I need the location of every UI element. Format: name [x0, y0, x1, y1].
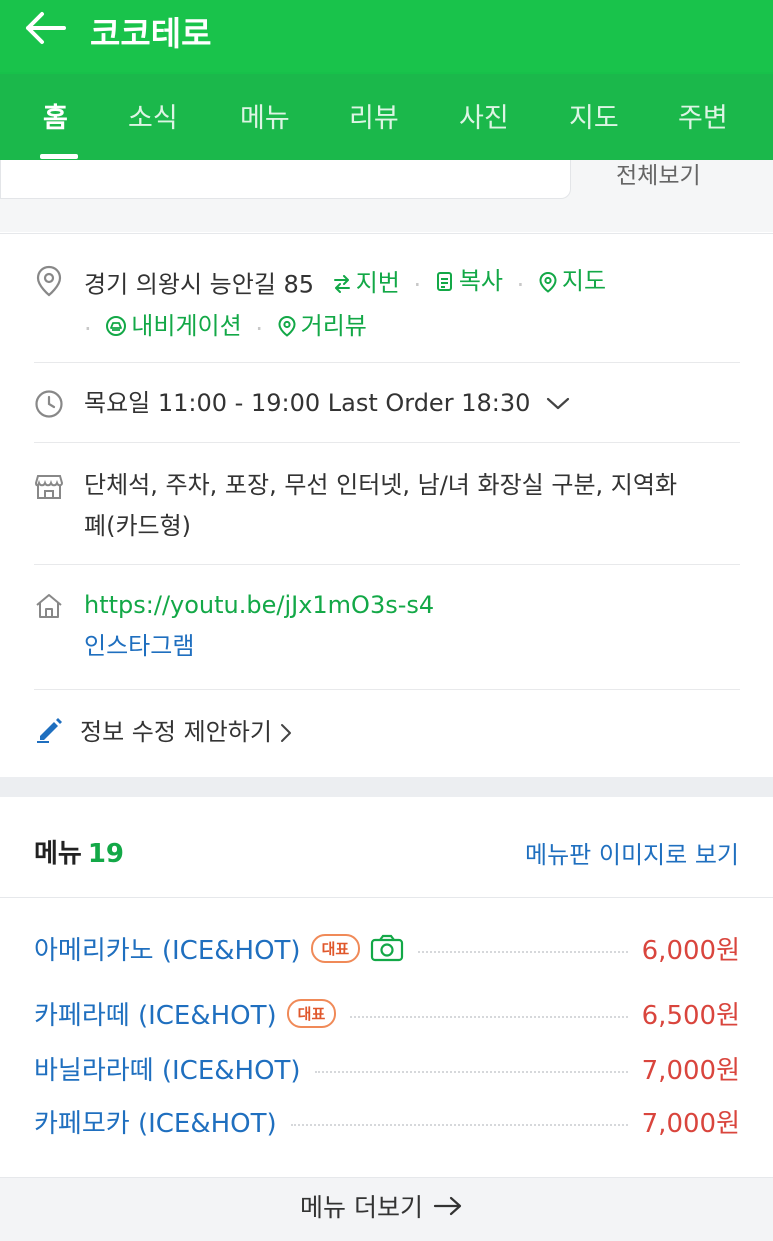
edit-suggest-block: 정보 수정 제안하기: [80, 712, 292, 753]
navigation-button[interactable]: 내비게이션: [105, 306, 242, 347]
links-block: https://youtu.be/jJx1mO3s-s4 인스타그램: [84, 585, 434, 667]
view-all-link[interactable]: 전체보기: [616, 156, 701, 190]
tab-menu[interactable]: 메뉴: [240, 96, 290, 135]
menu-title: 메뉴: [34, 839, 82, 869]
tab-nearby[interactable]: 주변: [678, 96, 728, 135]
price-leader: [418, 951, 628, 953]
signature-badge: 대표: [310, 933, 361, 963]
signature-badge: 대표: [286, 998, 337, 1028]
separator-dot: ·: [413, 270, 422, 299]
address-row: 경기 의왕시 능안길 85 지번 · 복사 · 지도 · 내비게이션 · 거리뷰: [34, 234, 740, 363]
links-row: https://youtu.be/jJx1mO3s-s4 인스타그램: [34, 565, 740, 690]
peek-area: 전체보기: [0, 160, 773, 232]
section-divider: [0, 777, 773, 797]
price-leader: [290, 1124, 628, 1126]
title-bar: 코코테로: [0, 0, 773, 72]
menu-item[interactable]: 카페모카 (ICE&HOT) 7,000원: [34, 1099, 740, 1143]
chevron-right-icon: [280, 723, 292, 743]
arrow-right-icon: [433, 1196, 462, 1216]
menu-item-price: 6,000원: [641, 935, 740, 966]
menu-item-price: 7,000원: [641, 1055, 740, 1086]
divider: [0, 897, 773, 898]
active-tab-indicator: [40, 154, 78, 159]
menu-item-name: 카페모카 (ICE&HOT): [34, 1108, 277, 1139]
tab-photos[interactable]: 사진: [459, 96, 509, 135]
menu-item[interactable]: 바닐라라떼 (ICE&HOT) 7,000원: [34, 1046, 740, 1090]
price-leader: [314, 1071, 628, 1073]
menu-item[interactable]: 카페라떼 (ICE&HOT) 대표 6,500원: [34, 991, 740, 1035]
menu-item[interactable]: 아메리카노 (ICE&HOT) 대표 6,000원: [34, 926, 740, 970]
top-bar: 코코테로 홈 소식 메뉴 리뷰 사진 지도 주변: [0, 0, 773, 160]
peek-card: [0, 160, 571, 199]
page-title: 코코테로: [90, 14, 212, 53]
copy-icon: [436, 271, 452, 291]
menu-item-name: 아메리카노 (ICE&HOT): [34, 935, 301, 966]
location-pin-icon: [34, 265, 64, 297]
menu-heading: 메뉴 19: [34, 833, 124, 870]
streetview-button[interactable]: 거리뷰: [277, 306, 367, 347]
edit-suggest-text[interactable]: 정보 수정 제안하기: [80, 712, 272, 753]
address-block: 경기 의왕시 능안길 85 지번 · 복사 · 지도 · 내비게이션 · 거리뷰: [84, 261, 606, 350]
pencil-icon: [34, 714, 64, 744]
menu-item-price: 6,500원: [641, 1000, 740, 1031]
tab-bar: 홈 소식 메뉴 리뷰 사진 지도 주변: [0, 74, 773, 160]
tab-news[interactable]: 소식: [128, 96, 178, 135]
price-leader: [350, 1016, 628, 1018]
menu-section: 메뉴 19 메뉴판 이미지로 보기 아메리카노 (ICE&HOT) 대표 6,00…: [0, 797, 773, 1241]
website-link[interactable]: https://youtu.be/jJx1mO3s-s4: [84, 585, 434, 626]
tab-home[interactable]: 홈: [43, 96, 68, 135]
clock-icon: [34, 389, 64, 419]
separator-dot: ·: [516, 270, 525, 299]
amenities-text: 단체석, 주차, 포장, 무선 인터넷, 남/녀 화장실 구분, 지역화 폐(카…: [84, 471, 678, 540]
streetview-pin-icon: [278, 315, 296, 337]
edit-suggest-row[interactable]: 정보 수정 제안하기: [34, 690, 740, 778]
hours-row[interactable]: 목요일 11:00 - 19:00 Last Order 18:30: [34, 363, 740, 443]
back-arrow-icon[interactable]: [22, 10, 68, 46]
tab-map[interactable]: 지도: [569, 96, 619, 135]
menu-more-button[interactable]: 메뉴 더보기: [0, 1177, 773, 1241]
menu-count: 19: [87, 839, 125, 869]
address-text: 경기 의왕시 능안길 85: [84, 270, 315, 299]
amenities-row: 단체석, 주차, 포장, 무선 인터넷, 남/녀 화장실 구분, 지역화 폐(카…: [34, 443, 740, 565]
hours-text: 목요일 11:00 - 19:00 Last Order 18:30: [84, 389, 531, 417]
menu-item-name: 바닐라라떼 (ICE&HOT): [34, 1055, 301, 1086]
instagram-link[interactable]: 인스타그램: [84, 626, 434, 667]
store-icon: [34, 471, 64, 501]
menu-item-price: 7,000원: [641, 1108, 740, 1139]
menu-image-link[interactable]: 메뉴판 이미지로 보기: [525, 835, 739, 870]
chevron-down-icon[interactable]: [546, 397, 570, 411]
map-button[interactable]: 지도: [538, 261, 606, 302]
menu-item-name: 카페라떼 (ICE&HOT): [34, 1000, 277, 1031]
jibun-button[interactable]: 지번: [332, 263, 400, 304]
info-section: 경기 의왕시 능안길 85 지번 · 복사 · 지도 · 내비게이션 · 거리뷰…: [0, 233, 773, 778]
swap-icon: [333, 274, 350, 293]
separator-dot: ·: [84, 315, 92, 343]
car-icon: [106, 316, 127, 336]
tab-reviews[interactable]: 리뷰: [349, 96, 399, 135]
separator-dot: ·: [255, 315, 263, 343]
home-icon: [34, 591, 64, 621]
copy-button[interactable]: 복사: [435, 261, 503, 302]
menu-more-label-wrap: 메뉴 더보기: [300, 1188, 463, 1224]
map-pin-icon: [539, 271, 557, 293]
hours-block: 목요일 11:00 - 19:00 Last Order 18:30: [84, 383, 570, 424]
camera-icon[interactable]: [370, 934, 404, 962]
menu-more-label: 메뉴 더보기: [300, 1193, 423, 1222]
